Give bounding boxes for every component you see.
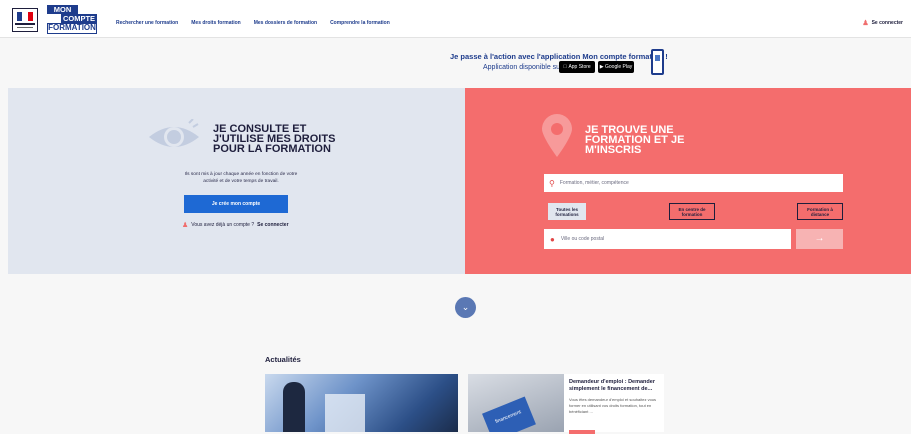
news-image-keyboard[interactable]: financement xyxy=(468,374,564,432)
logo-line3: FORMATION xyxy=(47,23,97,34)
logo-line1: MON xyxy=(47,5,78,14)
news-card-title: Demandeur d'emploi : Demander simplement… xyxy=(569,379,655,392)
filter-all-trainings[interactable]: Toutes les formations xyxy=(548,203,586,220)
logo-line2: COMPTE xyxy=(61,14,97,23)
search-submit-button[interactable]: → xyxy=(796,229,843,249)
header-login-link[interactable]: ♟ Se connecter xyxy=(862,19,903,27)
right-headline: JE TROUVE UNE FORMATION ET JE M'INSCRIS xyxy=(585,124,685,156)
scroll-down-button[interactable]: ⌄ xyxy=(455,297,476,318)
news-card-tag xyxy=(569,430,595,434)
app-banner: Je passe à l'action avec l'application M… xyxy=(420,49,680,79)
city-field[interactable]: ● xyxy=(544,229,791,249)
main-nav: Rechercher une formation Mes droits form… xyxy=(116,20,403,26)
user-icon: ♟ xyxy=(862,20,869,27)
login-link[interactable]: Se connecter xyxy=(257,222,288,228)
financement-key: financement xyxy=(482,396,536,432)
training-search-field[interactable]: ⚲ xyxy=(544,174,843,192)
mon-compte-formation-logo[interactable]: MON COMPTE FORMATION xyxy=(47,5,97,34)
news-card[interactable]: Demandeur d'emploi : Demander simplement… xyxy=(564,374,664,434)
already-account-line: ♟ Vous avez déjà un compte ? Se connecte… xyxy=(182,221,289,229)
app-banner-title: Je passe à l'action avec l'application M… xyxy=(450,52,668,61)
create-account-button[interactable]: Je crée mon compte xyxy=(184,195,288,213)
french-flag-icon xyxy=(17,12,33,21)
app-store-badge[interactable]:  App Store xyxy=(559,61,595,73)
left-headline: JE CONSULTE ET J'UTILISE MES DROITS POUR… xyxy=(213,123,336,155)
header-login-label: Se connecter xyxy=(871,20,903,26)
app-banner-subtitle: Application disponible sur xyxy=(483,64,563,71)
arrow-right-icon: → xyxy=(814,233,825,244)
map-marker-icon: ● xyxy=(550,234,555,244)
city-input[interactable] xyxy=(560,236,761,242)
chevron-down-icon: ⌄ xyxy=(461,302,470,312)
training-search-input[interactable] xyxy=(559,180,820,186)
filter-distance[interactable]: Formation à distance xyxy=(797,203,843,220)
user-icon: ♟ xyxy=(182,222,189,229)
smartphone-icon xyxy=(651,49,664,75)
news-image-office[interactable] xyxy=(265,374,458,432)
news-section-title: Actualités xyxy=(265,355,301,364)
eye-icon xyxy=(149,119,199,147)
nav-rechercher-formation[interactable]: Rechercher une formation xyxy=(116,20,178,26)
already-account-text: Vous avez déjà un compte ? xyxy=(191,222,255,228)
news-card-text: Vous êtes demandeur d'emploi et souhaite… xyxy=(569,397,657,414)
google-play-badge[interactable]: ▶ Google Play xyxy=(598,61,634,73)
google-play-label: Google Play xyxy=(605,64,633,70)
play-icon: ▶ xyxy=(599,64,604,70)
nav-comprendre-formation[interactable]: Comprendre la formation xyxy=(330,20,390,26)
app-store-label: App Store xyxy=(565,64,590,70)
filter-in-centre[interactable]: En centre de formation xyxy=(669,203,715,220)
apple-icon:  xyxy=(563,64,567,70)
republique-francaise-logo[interactable] xyxy=(12,8,38,32)
rights-info-text: Ils sont mis à jour chaque année en fonc… xyxy=(184,172,298,184)
location-pin-icon xyxy=(542,114,572,157)
nav-mes-droits-formation[interactable]: Mes droits formation xyxy=(191,20,240,26)
site-header: MON COMPTE FORMATION Rechercher une form… xyxy=(0,0,911,38)
nav-mes-dossiers-formation[interactable]: Mes dossiers de formation xyxy=(254,20,317,26)
search-icon: ⚲ xyxy=(549,178,555,188)
